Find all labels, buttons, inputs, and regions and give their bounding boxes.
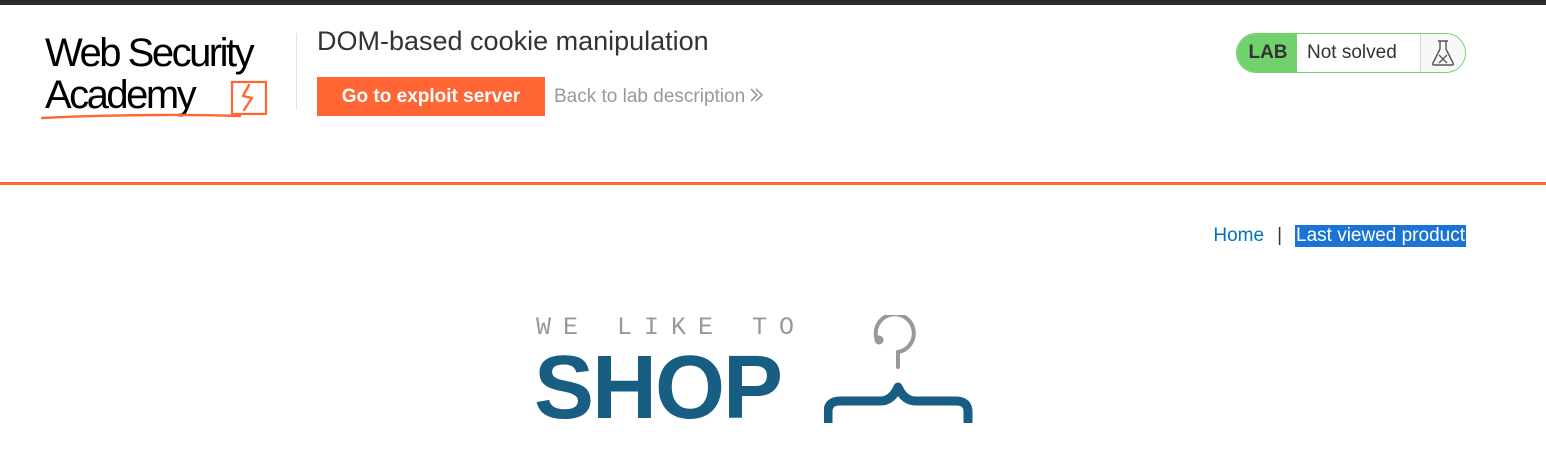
- back-to-lab-description-link[interactable]: Back to lab description: [554, 86, 764, 108]
- go-to-exploit-server-button[interactable]: Go to exploit server: [317, 77, 545, 116]
- clothes-hanger-icon: [824, 315, 973, 423]
- double-chevron-right-icon: [750, 88, 764, 103]
- lab-status-widget: LAB Not solved: [1236, 33, 1466, 73]
- header-orange-rule: [0, 182, 1546, 185]
- header-divider: [296, 33, 297, 110]
- web-security-academy-logo[interactable]: Web Security Academy: [40, 30, 295, 125]
- nav-home-link[interactable]: Home: [1213, 225, 1264, 247]
- flask-icon-container: [1420, 34, 1465, 72]
- lab-status-text: Not solved: [1307, 42, 1397, 63]
- nav-last-viewed-product-link[interactable]: Last viewed product: [1295, 225, 1466, 247]
- flask-icon: [1431, 40, 1455, 66]
- browser-top-strip: [0, 0, 1546, 5]
- top-navigation: Home | Last viewed product: [1213, 225, 1466, 247]
- lab-title: DOM-based cookie manipulation: [317, 26, 709, 56]
- nav-separator: |: [1277, 225, 1282, 246]
- shop-banner-logo: WE LIKE TO SHOP: [534, 310, 984, 438]
- back-link-label: Back to lab description: [554, 86, 746, 107]
- banner-shop-word: SHOP: [534, 338, 783, 438]
- lab-badge: LAB: [1237, 34, 1297, 72]
- lightning-bolt-icon: [40, 80, 268, 120]
